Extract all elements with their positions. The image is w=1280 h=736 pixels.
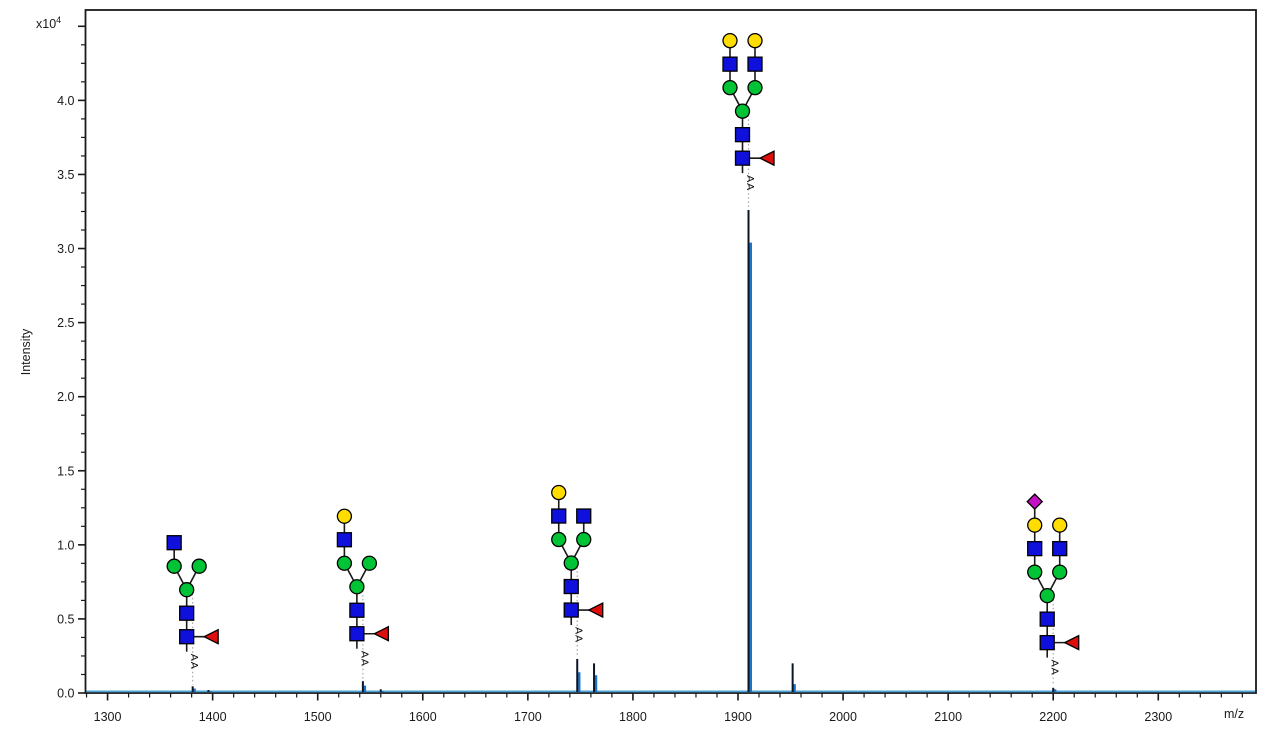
glcnac-icon <box>552 509 566 523</box>
svg-text:1900: 1900 <box>724 710 752 724</box>
gal-icon <box>1028 518 1042 532</box>
svg-text:2100: 2100 <box>934 710 962 724</box>
svg-text:1600: 1600 <box>409 710 437 724</box>
man-icon <box>748 81 762 95</box>
man-icon <box>736 104 750 118</box>
svg-text:4.0: 4.0 <box>57 94 74 108</box>
plot-border <box>86 10 1257 693</box>
svg-text:2300: 2300 <box>1144 710 1172 724</box>
glcnac-icon <box>350 603 364 617</box>
glycan-aa-label: AA <box>1049 660 1061 676</box>
spectrum-plot: 1300 1400 1500 1600 1700 1800 1900 2000 2100 2200… <box>0 0 1280 736</box>
peak-mz-1763 <box>594 663 596 692</box>
glcnac-icon <box>748 57 762 71</box>
svg-text:1.0: 1.0 <box>57 538 74 552</box>
glycan-annotation-mz-1543: AA <box>337 509 388 679</box>
glcnac-icon <box>564 580 578 594</box>
svg-text:1300: 1300 <box>94 710 122 724</box>
svg-text:2.0: 2.0 <box>57 390 74 404</box>
svg-text:3.0: 3.0 <box>57 242 74 256</box>
man-icon <box>192 559 206 573</box>
peak-mz-1747 <box>577 659 579 692</box>
glcnac-icon <box>350 627 364 641</box>
glycan-annotation-mz-1910: AA <box>723 34 774 208</box>
svg-text:1700: 1700 <box>514 710 542 724</box>
spectrum-canvas: x104 Intensity m/z 130014001500160017001… <box>0 0 1280 736</box>
gal-icon <box>552 486 566 500</box>
man-icon <box>167 559 181 573</box>
gal-icon <box>723 34 737 48</box>
svg-text:2200: 2200 <box>1039 710 1067 724</box>
gal-icon <box>748 34 762 48</box>
x-axis-title: m/z <box>1224 707 1244 721</box>
glcnac-icon <box>337 533 351 547</box>
glcnac-icon <box>736 128 750 142</box>
svg-text:1.5: 1.5 <box>57 464 74 478</box>
glycan-aa-label: AA <box>358 651 370 667</box>
svg-text:0.5: 0.5 <box>57 612 74 626</box>
fuc-icon <box>589 603 603 617</box>
svg-text:1400: 1400 <box>199 710 227 724</box>
man-icon <box>350 580 364 594</box>
peak-mz-1952 <box>793 663 795 692</box>
man-icon <box>362 556 376 570</box>
glycan-aa-label: AA <box>188 654 200 670</box>
y-scale-exponent: 4 <box>56 15 61 25</box>
peak-mz-1381 <box>193 686 195 692</box>
fuc-icon <box>374 627 388 641</box>
glcnac-icon <box>723 57 737 71</box>
man-icon <box>1028 565 1042 579</box>
glycan-annotation-mz-1381: AA <box>167 536 218 685</box>
fuc-icon <box>760 151 774 165</box>
man-icon <box>1053 565 1067 579</box>
gal-icon <box>1053 518 1067 532</box>
gal-icon <box>337 509 351 523</box>
glcnac-icon <box>180 630 194 644</box>
svg-text:1500: 1500 <box>304 710 332 724</box>
man-icon <box>577 533 591 547</box>
glcnac-icon <box>180 606 194 620</box>
glcnac-icon <box>564 603 578 617</box>
man-icon <box>180 583 194 597</box>
peak-mz-1910 <box>749 210 751 692</box>
glcnac-icon <box>1040 636 1054 650</box>
man-icon <box>1040 589 1054 603</box>
svg-text:1800: 1800 <box>619 710 647 724</box>
fuc-icon <box>1065 636 1079 650</box>
man-icon <box>552 533 566 547</box>
x-axis-ticks: 1300 1400 1500 1600 1700 1800 1900 2000 2100 2200… <box>87 693 1243 724</box>
y-axis-scale-label: x104 <box>36 15 61 31</box>
svg-text:3.5: 3.5 <box>57 168 74 182</box>
y-scale-base: x10 <box>36 17 56 31</box>
glcnac-icon <box>1028 542 1042 556</box>
man-icon <box>723 81 737 95</box>
glycan-aa-label: AA <box>573 627 585 643</box>
fuc-icon <box>204 630 218 644</box>
svg-text:2.5: 2.5 <box>57 316 74 330</box>
spectrum-trace <box>87 210 1256 692</box>
glycan-annotation-mz-2200: AA <box>1027 494 1079 686</box>
man-icon <box>337 556 351 570</box>
svg-text:0.0: 0.0 <box>57 687 74 701</box>
svg-text:2000: 2000 <box>829 710 857 724</box>
y-axis-ticks: 0.0 0.5 1.0 1.5 2.0 2.5 3.0 3.5 4.0 <box>57 26 85 700</box>
y-axis-title: Intensity <box>19 329 33 376</box>
glycan-annotation-mz-1747: AA <box>552 486 603 657</box>
glcnac-icon <box>167 536 181 550</box>
peak-mz-2200 <box>1053 688 1055 692</box>
glcnac-icon <box>1053 542 1067 556</box>
peak-mz-1543 <box>363 681 365 692</box>
glcnac-icon <box>736 151 750 165</box>
glcnac-icon <box>577 509 591 523</box>
glycan-aa-label: AA <box>744 175 756 191</box>
neu5ac-icon <box>1027 494 1042 509</box>
man-icon <box>564 556 578 570</box>
glcnac-icon <box>1040 612 1054 626</box>
